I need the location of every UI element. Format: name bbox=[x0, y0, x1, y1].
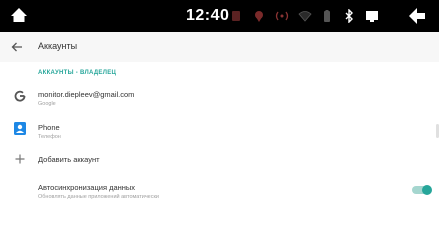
clock: 12:40 bbox=[186, 7, 230, 24]
account-type: Телефон bbox=[38, 134, 61, 140]
app-toolbar: Аккаунты bbox=[0, 32, 439, 62]
status-bar: 12:40 bbox=[0, 0, 439, 32]
page-title: Аккаунты bbox=[38, 41, 78, 51]
home-icon[interactable] bbox=[10, 6, 28, 24]
battery-icon bbox=[324, 10, 330, 22]
google-icon bbox=[14, 90, 26, 102]
account-email: monitor.diepleev@gmail.com bbox=[38, 90, 135, 99]
add-account-label: Добавить аккаунт bbox=[38, 155, 100, 164]
section-header: АККАУНТЫ - ВЛАДЕЛЕЦ bbox=[38, 70, 117, 76]
bluetooth-icon bbox=[345, 9, 353, 23]
autosync-title: Автосинхронизация данных bbox=[38, 183, 136, 192]
display-icon bbox=[366, 11, 378, 22]
contacts-icon bbox=[14, 122, 26, 135]
location-off-icon bbox=[255, 11, 263, 22]
back-arrow-icon[interactable] bbox=[10, 40, 24, 54]
wireless-signal-icon bbox=[275, 11, 289, 21]
account-type: Google bbox=[38, 101, 56, 107]
toggle-thumb[interactable] bbox=[422, 185, 432, 195]
no-sim-icon bbox=[232, 11, 240, 21]
back-icon[interactable] bbox=[407, 6, 427, 26]
plus-icon bbox=[15, 154, 25, 164]
autosync-description: Обновлять данные приложений автоматическ… bbox=[38, 194, 159, 200]
account-name: Phone bbox=[38, 123, 60, 132]
wifi-icon bbox=[298, 11, 312, 22]
